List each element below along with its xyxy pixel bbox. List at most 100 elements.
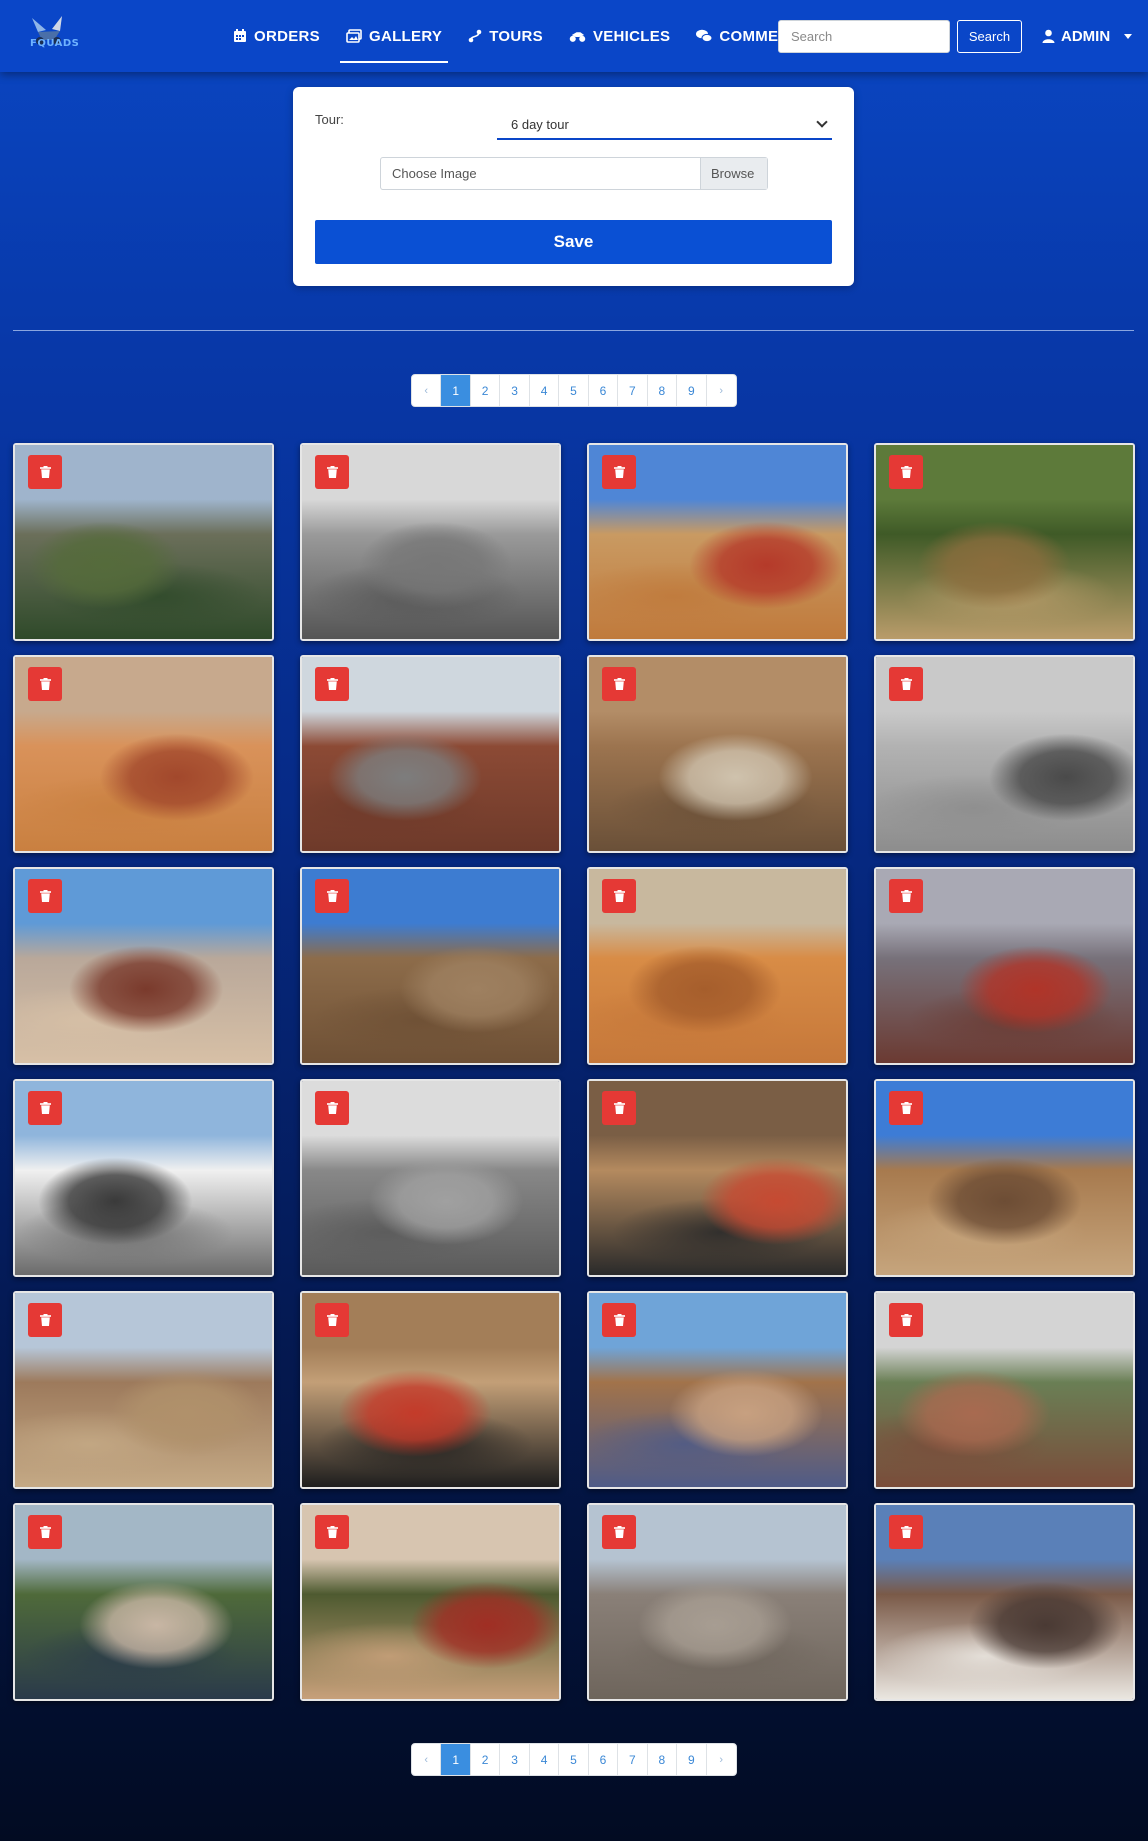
tour-select-value: 6 day tour [511,117,569,132]
pagination-next[interactable]: › [707,375,736,406]
route-icon [468,29,482,43]
gallery-photo[interactable] [587,867,848,1065]
pagination-page[interactable]: 2 [471,1744,501,1775]
search-input[interactable] [778,20,950,53]
pagination-page[interactable]: 4 [530,375,560,406]
delete-photo-button[interactable] [28,667,62,701]
trash-icon [326,1102,338,1114]
comments-icon [696,29,713,43]
gallery-photo[interactable] [587,443,848,641]
delete-photo-button[interactable] [889,667,923,701]
gallery-photo[interactable] [13,655,274,853]
trash-icon [326,678,338,690]
user-menu-label: ADMIN [1061,27,1111,45]
pagination-page[interactable]: 6 [589,1744,619,1775]
delete-photo-button[interactable] [889,879,923,913]
pagination-prev[interactable]: ‹ [412,1744,442,1775]
delete-photo-button[interactable] [315,1515,349,1549]
delete-photo-button[interactable] [315,1303,349,1337]
gallery-photo[interactable] [300,1291,561,1489]
delete-photo-button[interactable] [602,879,636,913]
gallery-photo[interactable] [13,1079,274,1277]
trash-icon [39,1314,51,1326]
pagination-page[interactable]: 7 [618,375,648,406]
trash-icon [613,1314,625,1326]
calendar-icon [234,29,246,42]
pagination-next[interactable]: › [707,1744,736,1775]
gallery-photo[interactable] [874,443,1135,641]
delete-photo-button[interactable] [28,455,62,489]
pagination-page[interactable]: 3 [500,375,530,406]
gallery-photo[interactable] [300,867,561,1065]
delete-photo-button[interactable] [889,455,923,489]
delete-photo-button[interactable] [315,879,349,913]
pagination-page[interactable]: 7 [618,1744,648,1775]
pagination-prev[interactable]: ‹ [412,375,442,406]
pagination-page[interactable]: 1 [441,1744,471,1775]
pagination-page[interactable]: 3 [500,1744,530,1775]
pagination-page[interactable]: 5 [559,375,589,406]
delete-photo-button[interactable] [28,1303,62,1337]
gallery-photo[interactable] [874,1503,1135,1701]
delete-photo-button[interactable] [315,1091,349,1125]
delete-photo-button[interactable] [602,667,636,701]
delete-photo-button[interactable] [602,455,636,489]
delete-photo-button[interactable] [889,1303,923,1337]
tour-label: Tour: [315,112,344,127]
gallery-photo[interactable] [13,443,274,641]
gallery-photo[interactable] [300,443,561,641]
gallery-photo[interactable] [874,1079,1135,1277]
gallery-photo[interactable] [13,1291,274,1489]
pagination-top: ‹ 1 2 3 4 5 6 7 8 9 › [411,374,737,407]
delete-photo-button[interactable] [889,1091,923,1125]
delete-photo-button[interactable] [889,1515,923,1549]
nav-vehicles[interactable]: VEHICLES [561,17,678,55]
pagination-page[interactable]: 9 [677,375,707,406]
section-divider [13,330,1134,331]
pagination-page[interactable]: 1 [441,375,471,406]
brand-logo[interactable]: FQUADS [24,14,79,54]
browse-button[interactable]: Browse [700,158,767,189]
gallery-photo[interactable] [587,655,848,853]
gallery-photo[interactable] [587,1503,848,1701]
pagination-page[interactable]: 8 [648,375,678,406]
navbar: FQUADS ORDERS GALLERY TOURS VEHICLES COM… [0,0,1148,72]
nav-tours[interactable]: TOURS [460,17,551,55]
images-icon [346,29,362,43]
gallery-photo[interactable] [300,655,561,853]
gallery-photo[interactable] [874,655,1135,853]
trash-icon [39,678,51,690]
delete-photo-button[interactable] [602,1515,636,1549]
gallery-photo[interactable] [874,1291,1135,1489]
tour-select[interactable]: 6 day tour [497,109,832,140]
nav-orders[interactable]: ORDERS [225,17,328,55]
nav-gallery-label: GALLERY [368,27,443,45]
search-button[interactable]: Search [957,20,1022,53]
pagination-page[interactable]: 4 [530,1744,560,1775]
pagination-page[interactable]: 6 [589,375,619,406]
gallery-photo[interactable] [13,1503,274,1701]
delete-photo-button[interactable] [315,455,349,489]
save-button[interactable]: Save [315,220,832,264]
trash-icon [900,466,912,478]
nav-gallery[interactable]: GALLERY [338,17,450,63]
pagination-page[interactable]: 9 [677,1744,707,1775]
image-file-input[interactable]: Choose Image Browse [380,157,768,190]
delete-photo-button[interactable] [602,1303,636,1337]
gallery-photo[interactable] [587,1291,848,1489]
delete-photo-button[interactable] [28,879,62,913]
pagination-page[interactable]: 8 [648,1744,678,1775]
delete-photo-button[interactable] [28,1515,62,1549]
chevron-down-icon [1124,33,1133,39]
gallery-photo[interactable] [300,1503,561,1701]
pagination-page[interactable]: 5 [559,1744,589,1775]
pagination-page[interactable]: 2 [471,375,501,406]
gallery-photo[interactable] [300,1079,561,1277]
delete-photo-button[interactable] [602,1091,636,1125]
user-menu[interactable]: ADMIN [1042,24,1133,48]
delete-photo-button[interactable] [28,1091,62,1125]
gallery-photo[interactable] [874,867,1135,1065]
gallery-photo[interactable] [587,1079,848,1277]
delete-photo-button[interactable] [315,667,349,701]
gallery-photo[interactable] [13,867,274,1065]
